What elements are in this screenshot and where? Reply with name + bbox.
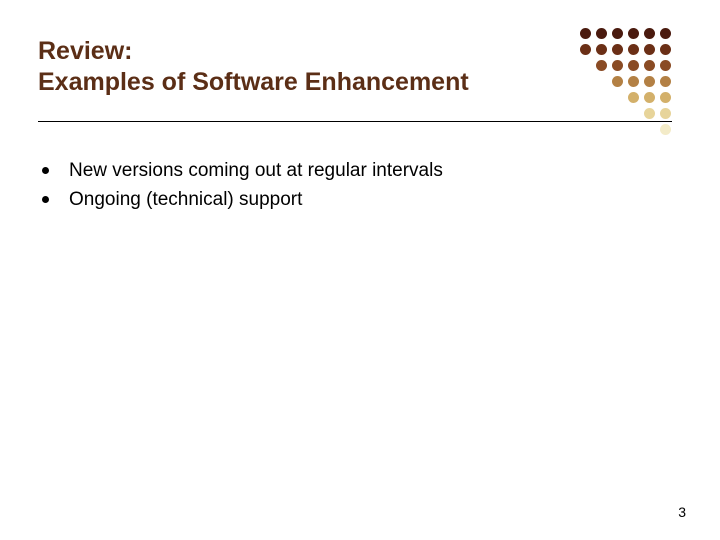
dot-icon	[628, 44, 639, 55]
slide-body: New versions coming out at regular inter…	[38, 158, 672, 212]
dot-icon	[612, 76, 623, 87]
dot-icon	[596, 28, 607, 39]
dot-icon	[644, 44, 655, 55]
dot-icon	[628, 60, 639, 71]
dot-icon	[612, 60, 623, 71]
bullet-icon	[42, 196, 49, 203]
dot-icon	[628, 28, 639, 39]
dot-icon	[612, 44, 623, 55]
slide: Review: Examples of Software Enhancement…	[0, 0, 720, 540]
dot-icon	[644, 60, 655, 71]
dot-icon	[596, 44, 607, 55]
dot-icon	[660, 28, 671, 39]
list-item: Ongoing (technical) support	[38, 187, 672, 213]
page-number: 3	[678, 504, 686, 520]
list-item: New versions coming out at regular inter…	[38, 158, 672, 184]
dot-icon	[660, 92, 671, 103]
header: Review: Examples of Software Enhancement	[38, 36, 672, 122]
dot-icon	[644, 108, 655, 119]
dot-icon	[596, 60, 607, 71]
dot-icon	[660, 44, 671, 55]
bullet-text: New versions coming out at regular inter…	[69, 158, 443, 184]
dot-icon	[628, 92, 639, 103]
dot-icon	[660, 108, 671, 119]
bullet-icon	[42, 167, 49, 174]
dot-icon	[644, 28, 655, 39]
slide-title: Review: Examples of Software Enhancement	[38, 36, 552, 111]
dot-icon	[660, 124, 671, 135]
decorative-dot-grid	[580, 28, 672, 136]
dot-icon	[644, 76, 655, 87]
dot-icon	[644, 92, 655, 103]
dot-icon	[660, 76, 671, 87]
dot-icon	[580, 28, 591, 39]
dot-icon	[580, 44, 591, 55]
dot-icon	[628, 76, 639, 87]
dot-icon	[612, 28, 623, 39]
title-line-1: Review:	[38, 37, 132, 65]
bullet-text: Ongoing (technical) support	[69, 187, 302, 213]
title-line-2: Examples of Software Enhancement	[38, 68, 469, 96]
dot-icon	[660, 60, 671, 71]
